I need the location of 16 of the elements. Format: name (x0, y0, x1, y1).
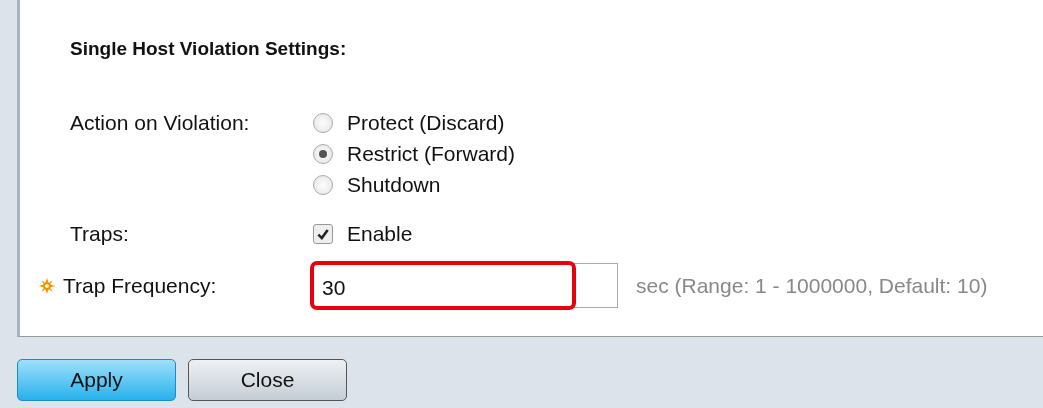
radio-button[interactable] (313, 174, 333, 195)
radio-button[interactable] (313, 112, 333, 133)
field-label: Traps: (70, 221, 129, 246)
radio-button[interactable] (313, 143, 333, 164)
apply-button[interactable]: Apply (17, 359, 176, 401)
field-label: Action on Violation: (70, 110, 250, 135)
checkbox[interactable] (313, 223, 333, 244)
option-label: Restrict (Forward) (347, 141, 515, 166)
hint-text: sec (Range: 1 - 1000000, Default: 10) (636, 273, 988, 298)
close-button[interactable]: Close (188, 359, 347, 401)
field-label: Trap Frequency: (63, 273, 217, 298)
option-label: Protect (Discard) (347, 110, 505, 135)
checkmark-icon (316, 226, 330, 241)
option-label: Enable (347, 221, 413, 246)
section-title: Single Host Violation Settings: (70, 38, 348, 60)
option-label: Shutdown (347, 172, 441, 197)
